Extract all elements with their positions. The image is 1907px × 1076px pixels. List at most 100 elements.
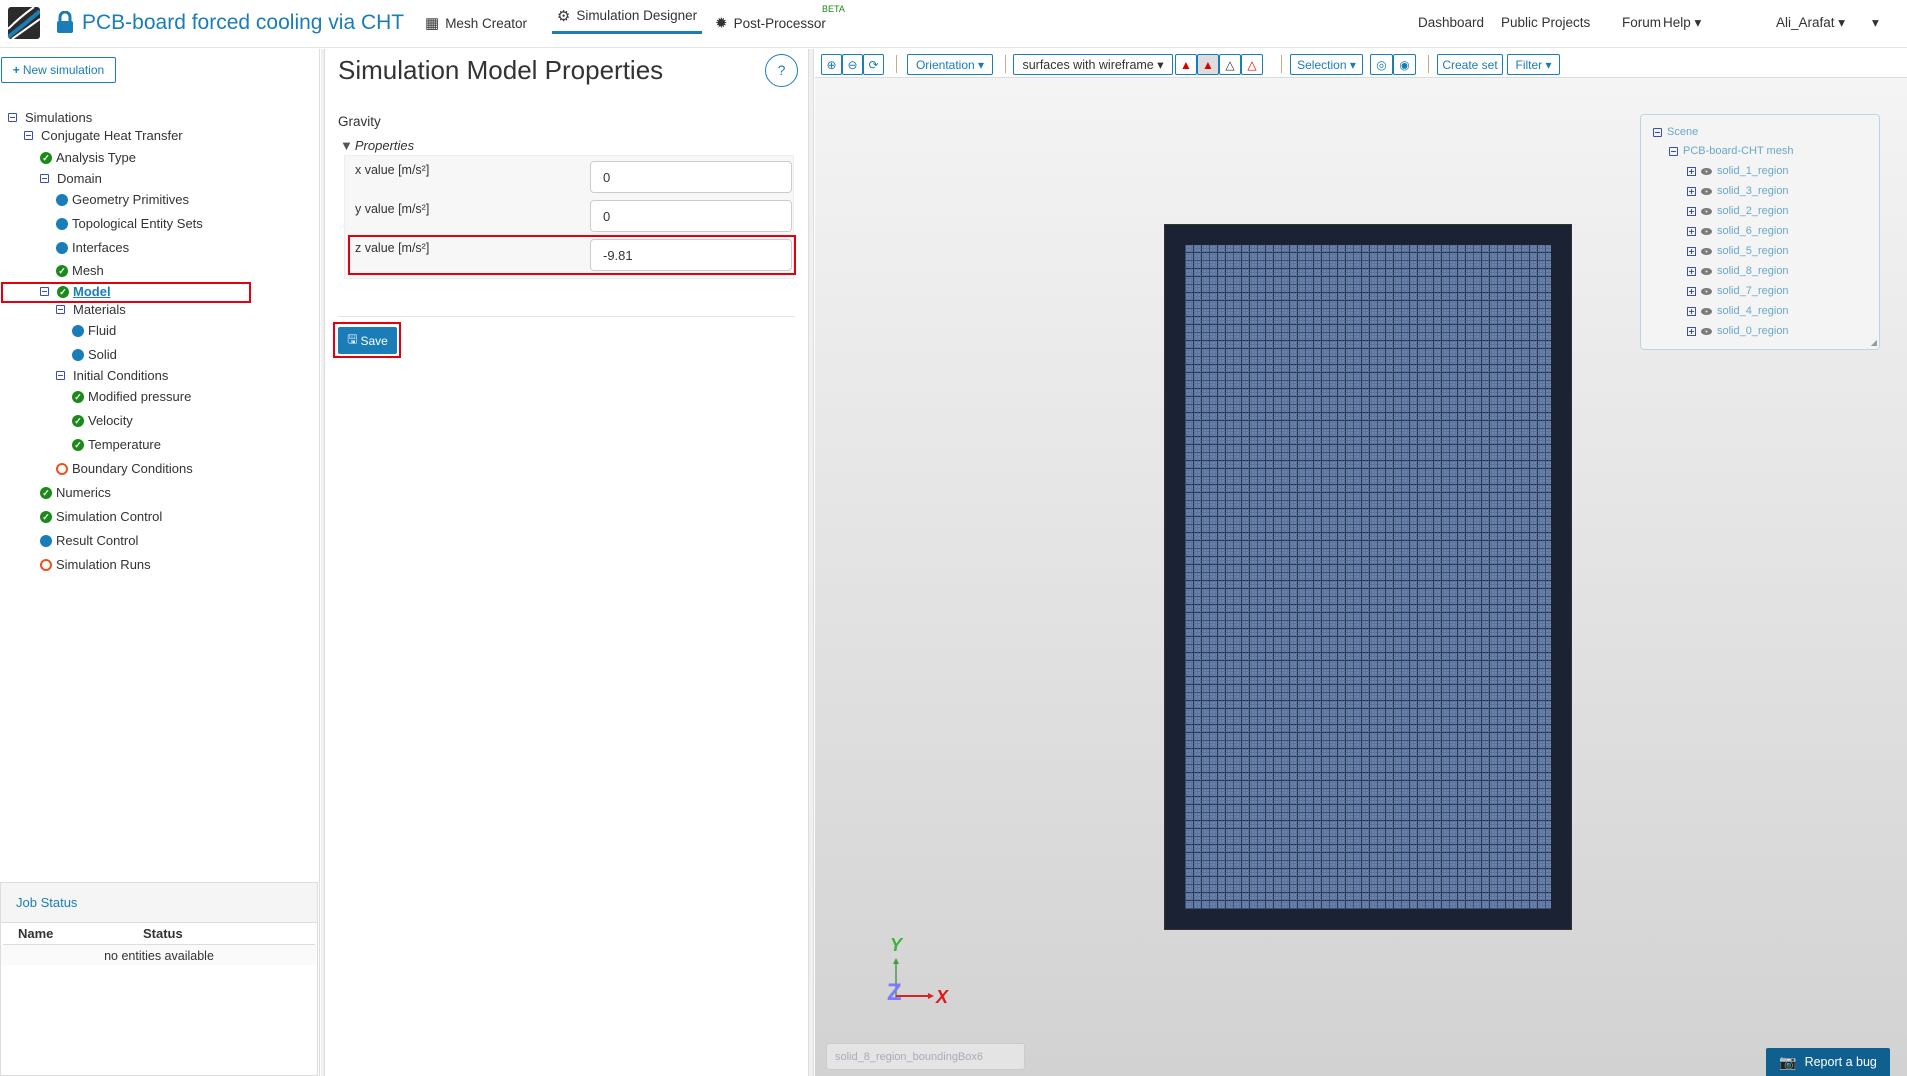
nav-dashboard[interactable]: Dashboard [1418,15,1484,30]
eye-icon[interactable] [1701,307,1712,315]
scene-region-item[interactable]: solid_0_region [1687,325,1789,337]
expand-icon[interactable] [1687,306,1696,316]
hide-icon[interactable]: ◎ [1370,54,1393,75]
eye-icon[interactable] [1701,267,1712,275]
collapse-icon[interactable] [56,305,65,314]
nav-forum[interactable]: Forum [1622,15,1661,30]
expand-icon[interactable] [1687,246,1696,256]
eye-icon[interactable] [1701,187,1712,195]
middle-splitter[interactable] [808,49,814,1076]
wireframe-mode-icon[interactable]: △ [1219,54,1241,75]
scene-region-item[interactable]: solid_7_region [1687,285,1789,297]
orientation-dropdown[interactable]: Orientation ▾ [907,54,993,75]
eye-icon[interactable] [1701,287,1712,295]
tree-item-mesh[interactable]: ✓ Mesh [56,263,104,278]
eye-icon[interactable] [1701,327,1712,335]
surface-wireframe-mode-icon[interactable]: ▲ [1197,54,1219,75]
tree-item-topological-entity-sets[interactable]: Topological Entity Sets [56,216,203,231]
scene-region-item[interactable]: solid_5_region [1687,245,1789,257]
surface-mode-icon[interactable]: ▲ [1175,54,1197,75]
collapse-icon[interactable] [40,174,49,183]
scene-region-item[interactable]: solid_4_region [1687,305,1789,317]
create-set-button[interactable]: Create set [1437,54,1503,75]
new-simulation-button[interactable]: + New simulation [1,57,116,83]
selection-name-box[interactable]: solid_8_region_boundingBox6 [826,1043,1025,1070]
nav-public-projects[interactable]: Public Projects [1501,15,1590,30]
expand-icon[interactable] [1687,266,1696,276]
tree-item-simulations[interactable]: Simulations [8,110,92,125]
zoom-out-icon[interactable]: ⊖ [842,54,863,75]
eye-icon[interactable] [1701,227,1712,235]
scene-tree-panel: Scene PCB-board-CHT mesh solid_1_regions… [1640,114,1880,350]
scene-root[interactable]: Scene [1653,126,1698,138]
tree-item-analysis-type[interactable]: ✓ Analysis Type [40,150,136,165]
tree-item-geometry-primitives[interactable]: Geometry Primitives [56,192,189,207]
eye-icon[interactable] [1701,247,1712,255]
resize-handle-icon[interactable]: ◢ [1871,338,1877,347]
beta-badge: BETA [822,4,845,14]
field-label: y value [m/s²] [355,202,430,216]
eye-icon[interactable] [1701,207,1712,215]
tree-item-interfaces[interactable]: Interfaces [56,240,129,255]
tree-item-simulation-control[interactable]: ✓ Simulation Control [40,509,162,524]
save-button[interactable]: 🖫 Save [338,327,397,354]
scene-region-item[interactable]: solid_1_region [1687,165,1789,177]
render-mode-select[interactable]: surfaces with wireframe ▾ [1013,54,1173,75]
selection-dropdown[interactable]: Selection ▾ [1290,54,1363,75]
nav-mesh-creator[interactable]: ▦ Mesh Creator [425,14,527,32]
region-label: solid_7_region [1717,285,1789,297]
tree-item-numerics[interactable]: ✓ Numerics [40,485,111,500]
show-icon[interactable]: ◉ [1393,54,1416,75]
tree-item-initial-conditions[interactable]: Initial Conditions [56,368,168,383]
expand-icon[interactable] [1687,166,1696,176]
reset-view-icon[interactable]: ⟳ [863,54,884,75]
expand-icon[interactable] [1687,206,1696,216]
expand-icon[interactable] [1687,226,1696,236]
help-button[interactable]: ? [765,54,798,87]
expand-icon[interactable] [1687,286,1696,296]
collapse-icon[interactable] [24,131,33,140]
tree-item-domain[interactable]: Domain [40,171,102,186]
tree-item-modified-pressure[interactable]: ✓ Modified pressure [72,389,191,404]
collapse-icon[interactable] [1653,127,1662,137]
app-logo[interactable] [8,7,40,39]
mesh-render[interactable] [1164,224,1572,930]
tree-item-fluid[interactable]: Fluid [72,323,116,338]
scene-mesh[interactable]: PCB-board-CHT mesh [1669,145,1793,157]
user-menu[interactable]: Ali_Arafat ▾ [1776,15,1845,31]
zoom-in-icon[interactable]: ⊕ [821,54,842,75]
tree-item-materials[interactable]: Materials [56,302,126,317]
x-value-input[interactable]: 0 [590,161,792,193]
tree-item-result-control[interactable]: Result Control [40,533,138,548]
filter-dropdown[interactable]: Filter ▾ [1507,54,1560,75]
properties-toggle[interactable]: ▼ Properties [340,138,414,153]
expand-icon[interactable] [1687,186,1696,196]
scene-region-item[interactable]: solid_8_region [1687,265,1789,277]
nav-simulation-designer[interactable]: ⚙ Simulation Designer [552,0,702,34]
tree-item-simulation-runs[interactable]: Simulation Runs [40,557,151,572]
tree-item-solid[interactable]: Solid [72,347,117,362]
more-menu-caret[interactable]: ▾ [1872,15,1879,31]
nav-post-processor[interactable]: ✹ Post-Processor [715,14,826,32]
tree-item-conjugate-heat-transfer[interactable]: Conjugate Heat Transfer [24,128,183,143]
tree-item-label: Geometry Primitives [72,192,190,207]
tree-item-temperature[interactable]: ✓ Temperature [72,437,161,452]
scene-region-item[interactable]: solid_3_region [1687,185,1789,197]
left-splitter[interactable] [321,49,325,1076]
scene-region-item[interactable]: solid_6_region [1687,225,1789,237]
scene-region-item[interactable]: solid_2_region [1687,205,1789,217]
tree-item-label: Analysis Type [56,150,136,165]
y-value-input[interactable]: 0 [590,200,792,232]
nav-help[interactable]: Help ▾ [1663,15,1701,31]
collapse-icon[interactable] [1669,146,1678,156]
report-bug-button[interactable]: 📷 Report a bug [1766,1048,1890,1076]
tree-item-velocity[interactable]: ✓ Velocity [72,413,133,428]
edges-mode-icon[interactable]: △ [1241,54,1263,75]
region-label: solid_5_region [1717,245,1789,257]
tree-item-label: Conjugate Heat Transfer [41,128,183,143]
eye-icon[interactable] [1701,167,1712,175]
collapse-icon[interactable] [8,113,17,122]
expand-icon[interactable] [1687,326,1696,336]
collapse-icon[interactable] [56,371,65,380]
tree-item-boundary-conditions[interactable]: Boundary Conditions [56,461,193,476]
